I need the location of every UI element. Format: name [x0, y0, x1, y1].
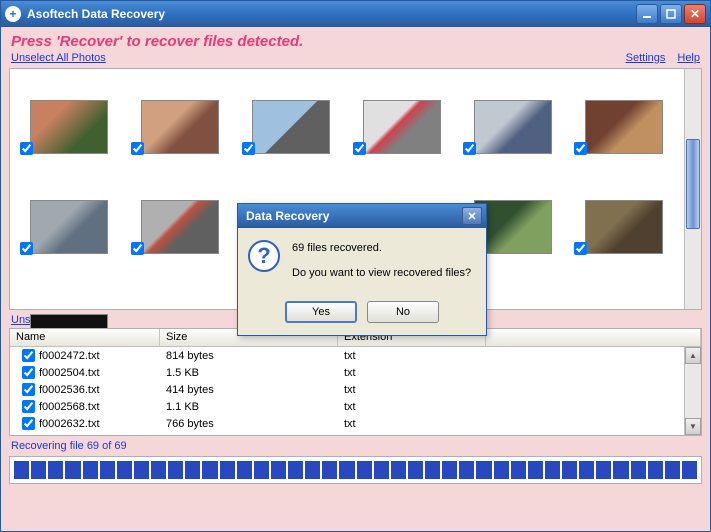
close-button[interactable]: ✕	[684, 4, 706, 24]
file-name: f0002504.txt	[39, 367, 100, 379]
titlebar: + Asoftech Data Recovery ✕	[1, 1, 710, 27]
no-button[interactable]: No	[367, 301, 439, 323]
photo-checkbox[interactable]	[131, 142, 144, 155]
settings-link[interactable]: Settings	[626, 52, 666, 64]
app-icon: +	[5, 6, 21, 22]
photo-scrollbar[interactable]	[684, 69, 701, 309]
scroll-down-icon[interactable]: ▼	[685, 418, 701, 435]
file-ext: txt	[338, 366, 486, 380]
file-ext: txt	[338, 400, 486, 414]
progress-container	[9, 456, 702, 484]
photo-thumbnail[interactable]	[252, 100, 330, 154]
dialog-title: Data Recovery	[246, 209, 329, 223]
table-row[interactable]: f0002472.txt 814 bytes txt	[10, 347, 701, 364]
photo-cell	[457, 77, 568, 177]
recovery-dialog: Data Recovery ✕ ? 69 files recovered. Do…	[237, 203, 487, 336]
app-window: + Asoftech Data Recovery ✕ Press 'Recove…	[0, 0, 711, 532]
photo-checkbox[interactable]	[20, 242, 33, 255]
photo-cell	[125, 177, 236, 277]
photo-checkbox[interactable]	[353, 142, 366, 155]
file-name: f0002536.txt	[39, 384, 100, 396]
file-ext: txt	[338, 383, 486, 397]
top-link-row: Unselect All Photos Settings Help	[1, 52, 710, 68]
progress-bar	[14, 461, 697, 479]
question-icon: ?	[248, 240, 280, 272]
column-header-name[interactable]: Name	[10, 329, 160, 346]
photo-cell	[568, 77, 679, 177]
dialog-message: 69 files recovered. Do you want to view …	[292, 240, 471, 289]
photo-cell	[14, 77, 125, 177]
table-row[interactable]: f0002568.txt 1.1 KB txt	[10, 398, 701, 415]
photo-thumbnail[interactable]	[585, 200, 663, 254]
dialog-line2: Do you want to view recovered files?	[292, 265, 471, 282]
photo-thumbnail[interactable]	[141, 200, 219, 254]
photo-cell	[347, 77, 458, 177]
photo-checkbox[interactable]	[574, 242, 587, 255]
instruction-text: Press 'Recover' to recover files detecte…	[1, 27, 710, 52]
file-ext: txt	[338, 417, 486, 431]
file-size: 766 bytes	[160, 417, 338, 431]
file-checkbox[interactable]	[22, 366, 35, 379]
file-checkbox[interactable]	[22, 349, 35, 362]
photo-cell	[14, 177, 125, 277]
photo-checkbox[interactable]	[242, 142, 255, 155]
column-header-empty	[486, 329, 701, 346]
table-row[interactable]: f0002536.txt 414 bytes txt	[10, 381, 701, 398]
file-checkbox[interactable]	[22, 383, 35, 396]
file-name: f0002568.txt	[39, 401, 100, 413]
table-row[interactable]: f0002504.txt 1.5 KB txt	[10, 364, 701, 381]
status-text: Recovering file 69 of 69	[1, 436, 710, 454]
file-size: 414 bytes	[160, 383, 338, 397]
file-size: 814 bytes	[160, 349, 338, 363]
photo-checkbox[interactable]	[131, 242, 144, 255]
photo-thumbnail[interactable]	[30, 200, 108, 254]
minimize-button[interactable]	[636, 4, 658, 24]
file-list: Name Size Extension f0002472.txt 814 byt…	[9, 328, 702, 436]
photo-thumbnail[interactable]	[474, 100, 552, 154]
photo-thumbnail[interactable]	[141, 100, 219, 154]
file-size: 1.5 KB	[160, 366, 338, 380]
table-row[interactable]: f0002632.txt 766 bytes txt	[10, 415, 701, 432]
photo-checkbox[interactable]	[463, 142, 476, 155]
file-name: f0002472.txt	[39, 350, 100, 362]
file-checkbox[interactable]	[22, 417, 35, 430]
photo-thumbnail[interactable]	[30, 100, 108, 154]
file-list-body: f0002472.txt 814 bytes txt f0002504.txt …	[10, 347, 701, 432]
yes-button[interactable]: Yes	[285, 301, 357, 323]
dialog-line1: 69 files recovered.	[292, 240, 471, 257]
photo-cell	[568, 177, 679, 277]
photo-checkbox[interactable]	[574, 142, 587, 155]
file-checkbox[interactable]	[22, 400, 35, 413]
photo-thumbnail[interactable]	[363, 100, 441, 154]
photo-thumbnail[interactable]	[585, 100, 663, 154]
file-size: 1.1 KB	[160, 400, 338, 414]
maximize-button[interactable]	[660, 4, 682, 24]
help-link[interactable]: Help	[677, 52, 700, 64]
photo-cell	[125, 77, 236, 177]
scroll-up-icon[interactable]: ▲	[685, 347, 701, 364]
dialog-titlebar: Data Recovery ✕	[238, 204, 486, 228]
file-name: f0002632.txt	[39, 418, 100, 430]
photo-cell	[236, 77, 347, 177]
file-scrollbar[interactable]: ▲ ▼	[684, 347, 701, 435]
dialog-close-button[interactable]: ✕	[462, 207, 482, 225]
file-ext: txt	[338, 349, 486, 363]
scrollbar-thumb[interactable]	[686, 139, 700, 229]
unselect-all-photos-link[interactable]: Unselect All Photos	[11, 52, 106, 64]
photo-checkbox[interactable]	[20, 142, 33, 155]
window-title: Asoftech Data Recovery	[27, 7, 165, 21]
